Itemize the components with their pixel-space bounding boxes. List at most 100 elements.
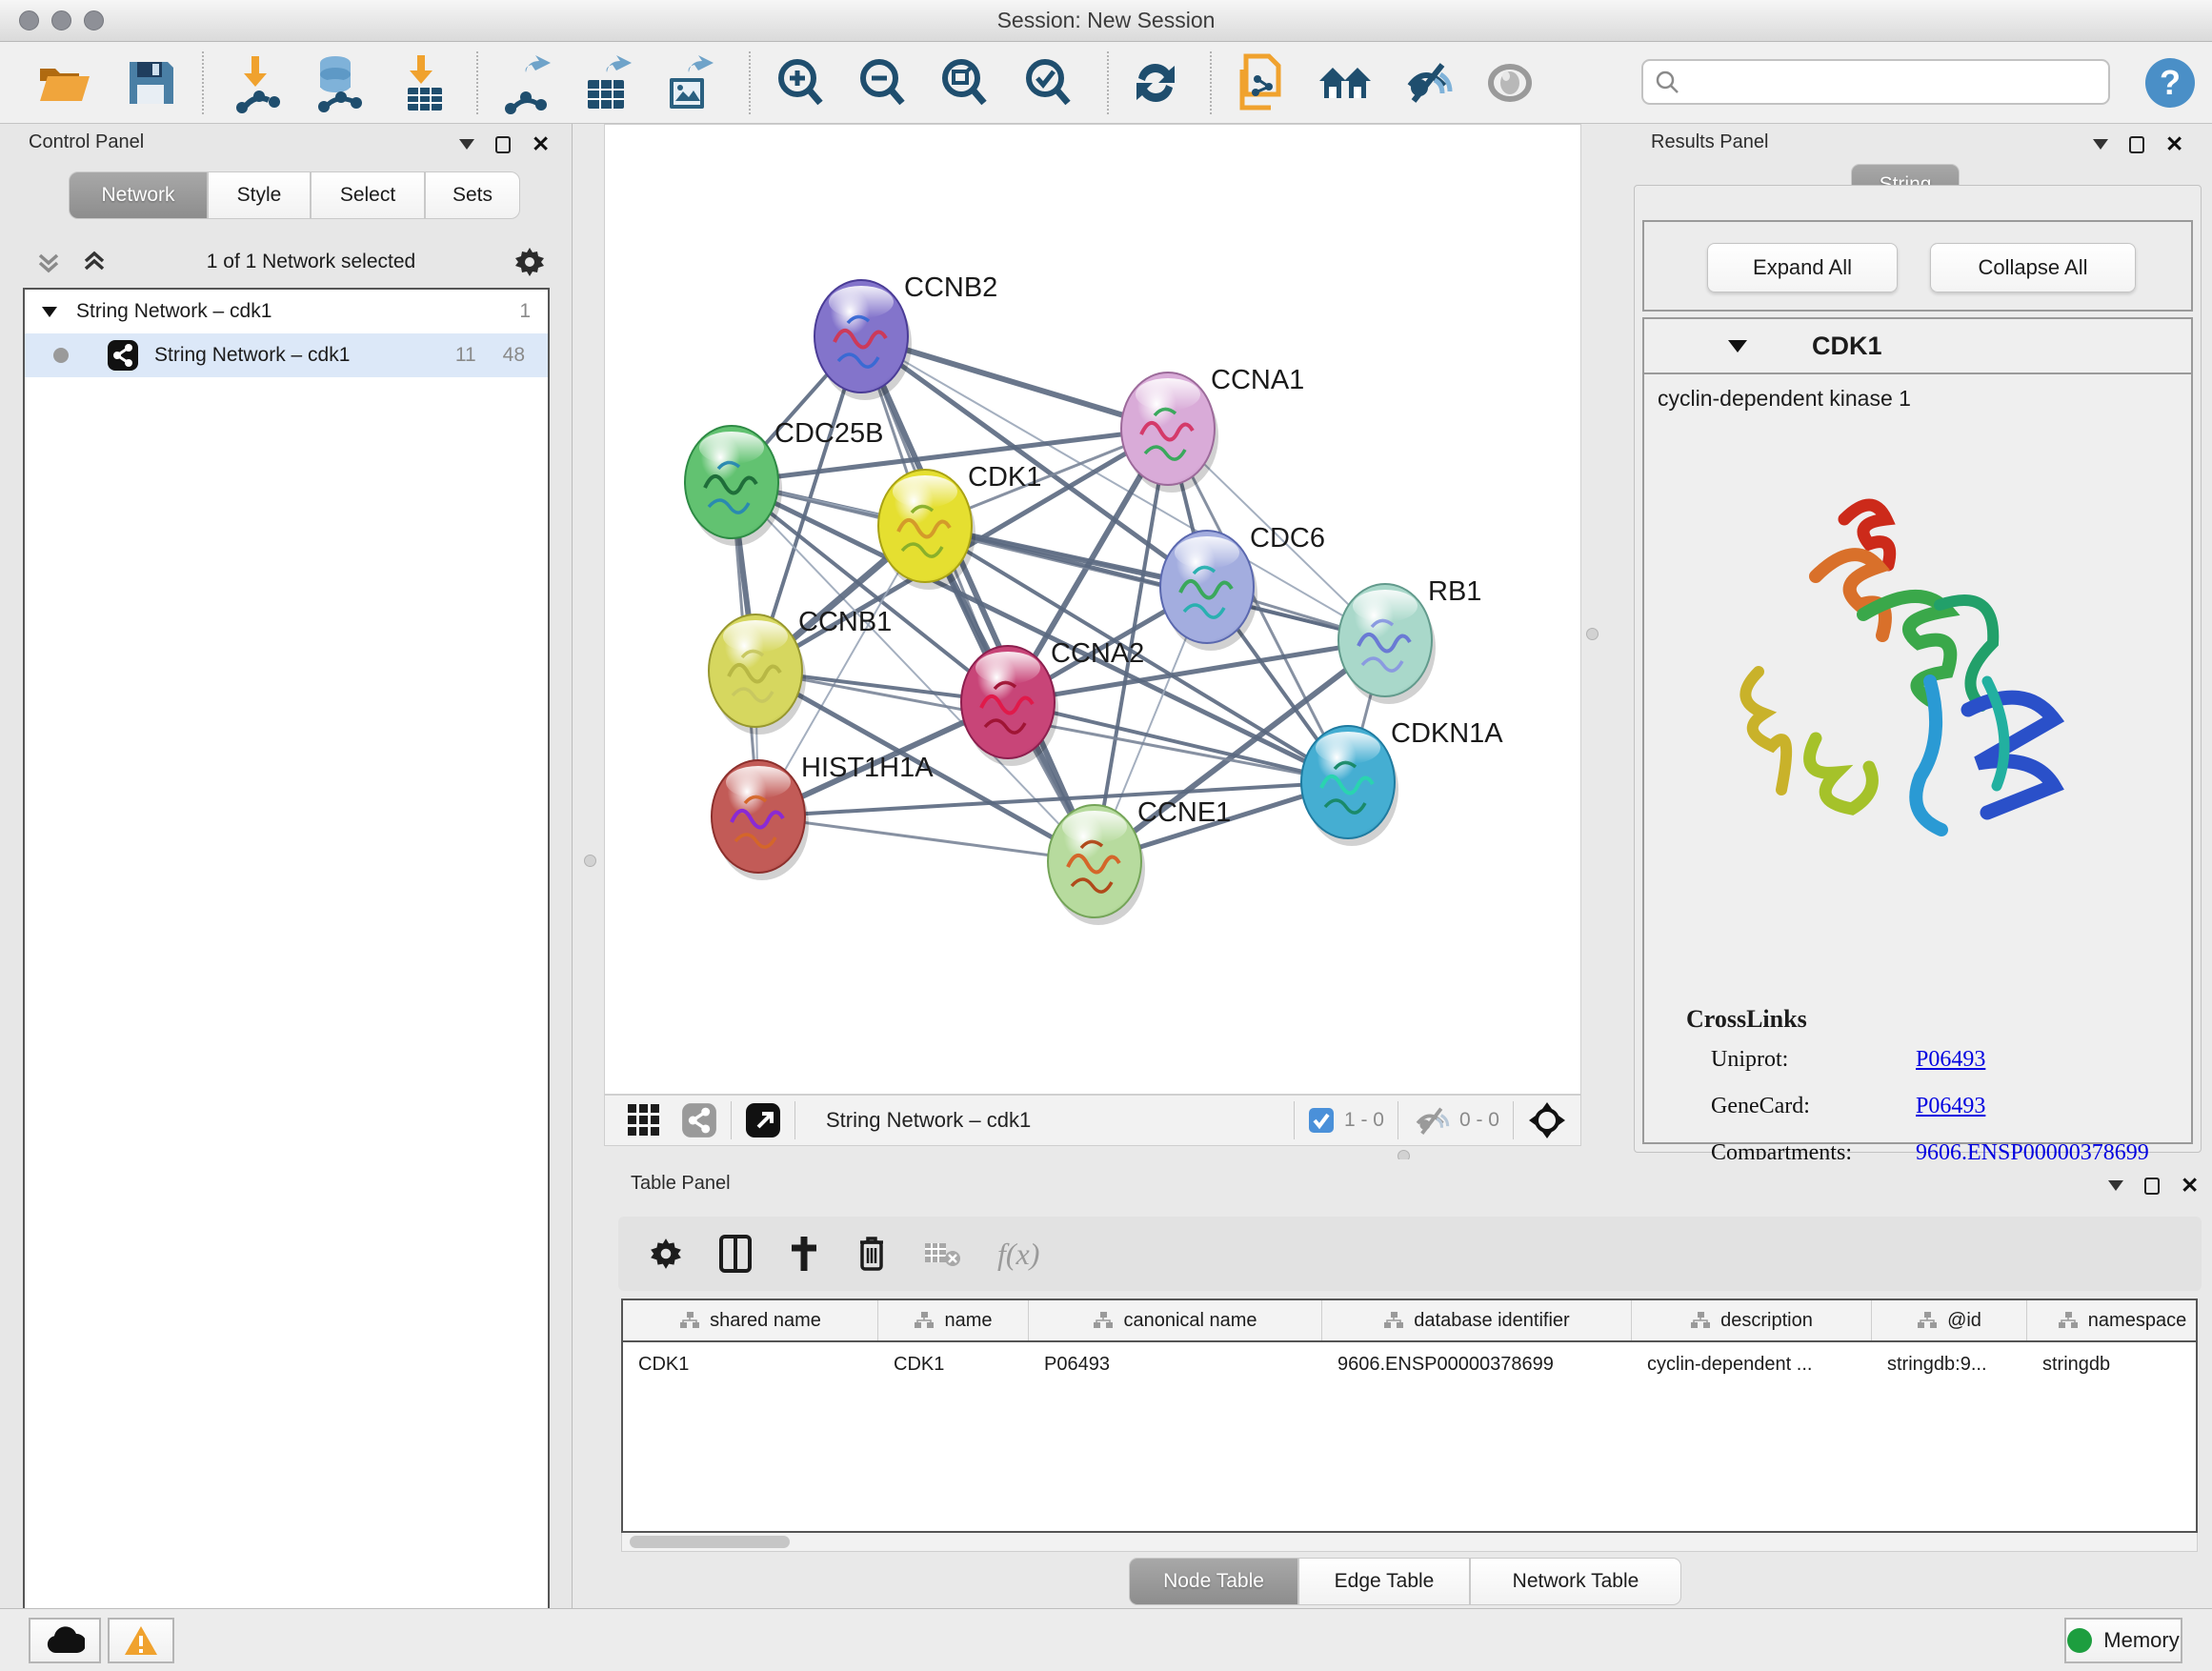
zoom-selected-button[interactable]	[1019, 54, 1076, 111]
network-collection-row[interactable]: String Network – cdk1 1	[25, 290, 548, 333]
column-header-database-identifier[interactable]: database identifier	[1322, 1300, 1632, 1340]
tab-node-table[interactable]: Node Table	[1129, 1558, 1298, 1605]
selected-checkbox-icon[interactable]	[1308, 1107, 1335, 1134]
delete-column-icon[interactable]	[856, 1235, 887, 1273]
save-session-button[interactable]	[122, 54, 179, 111]
show-eye-button[interactable]	[1481, 54, 1538, 111]
scrollbar-thumb[interactable]	[630, 1536, 790, 1548]
table-cell[interactable]: 9606.ENSP00000378699	[1322, 1342, 1632, 1386]
duplicate-network-button[interactable]	[1234, 54, 1291, 111]
tab-style[interactable]: Style	[208, 171, 311, 219]
node-CCNE1[interactable]: CCNE1	[1048, 797, 1231, 925]
grid-view-icon[interactable]	[626, 1102, 662, 1138]
tab-edge-table[interactable]: Edge Table	[1298, 1558, 1470, 1605]
network-row[interactable]: String Network – cdk1 11 48	[25, 333, 548, 377]
table-cell[interactable]: P06493	[1029, 1342, 1322, 1386]
birds-eye-icon[interactable]	[1527, 1100, 1567, 1140]
network-canvas[interactable]: CCNB2CCNA1CDC25BCDK1CDC6RB1CCNB1CCNA2CDK…	[604, 124, 1581, 1095]
node-label-CCNB2: CCNB2	[904, 272, 997, 303]
gear-icon[interactable]	[513, 246, 546, 278]
export-network-button[interactable]	[495, 54, 553, 111]
panel-menu-icon[interactable]	[459, 139, 474, 150]
column-header-description[interactable]: description	[1632, 1300, 1872, 1340]
open-session-button[interactable]	[36, 54, 93, 111]
crosslink-label: Uniprot:	[1711, 1047, 1916, 1073]
collapse-all-button[interactable]: Collapse All	[1930, 243, 2136, 292]
clear-table-icon[interactable]	[923, 1239, 961, 1268]
panel-menu-icon[interactable]	[2093, 139, 2108, 150]
float-panel-icon[interactable]	[2144, 1178, 2160, 1195]
tab-select[interactable]: Select	[311, 171, 425, 219]
import-table-button[interactable]	[395, 54, 452, 111]
help-button[interactable]: ?	[2142, 54, 2199, 111]
close-panel-icon[interactable]: ✕	[2165, 133, 2183, 155]
zoom-in-button[interactable]	[772, 54, 829, 111]
node-RB1[interactable]: RB1	[1338, 576, 1481, 704]
network-view-icon[interactable]	[681, 1102, 717, 1138]
hide-glasses-button[interactable]	[1398, 54, 1456, 111]
close-panel-icon[interactable]: ✕	[2181, 1175, 2199, 1197]
table-horizontal-scrollbar[interactable]	[621, 1533, 2198, 1552]
node-CCNB2[interactable]: CCNB2	[814, 272, 997, 400]
node-CDC6[interactable]: CDC6	[1160, 523, 1325, 651]
warning-button[interactable]	[108, 1618, 174, 1663]
table-cell[interactable]: CDK1	[623, 1342, 878, 1386]
column-header-shared-name[interactable]: shared name	[623, 1300, 878, 1340]
network-graph[interactable]: CCNB2CCNA1CDC25BCDK1CDC6RB1CCNB1CCNA2CDK…	[605, 125, 1580, 1094]
import-network-file-button[interactable]	[229, 54, 286, 111]
right-splitter-handle[interactable]	[1586, 628, 1599, 640]
import-network-database-button[interactable]	[310, 54, 367, 111]
control-panel-title: Control Panel	[29, 131, 144, 153]
export-image-button[interactable]	[660, 54, 717, 111]
tab-network-table[interactable]: Network Table	[1470, 1558, 1681, 1605]
columns-icon[interactable]	[719, 1235, 752, 1273]
collapse-section-icon[interactable]	[1728, 340, 1747, 352]
cloud-status-button[interactable]	[29, 1618, 101, 1663]
table-cell[interactable]: cyclin-dependent ...	[1632, 1342, 1872, 1386]
panel-menu-icon[interactable]	[2108, 1180, 2123, 1191]
crosslink-link[interactable]: P06493	[1916, 1094, 1985, 1119]
close-panel-icon[interactable]: ✕	[532, 133, 550, 155]
column-header-name[interactable]: name	[878, 1300, 1029, 1340]
tab-network[interactable]: Network	[69, 171, 208, 219]
node-HIST1H1A[interactable]: HIST1H1A	[712, 753, 934, 880]
table-cell[interactable]: stringdb:9...	[1872, 1342, 2027, 1386]
add-column-icon[interactable]	[788, 1235, 820, 1273]
table-cell[interactable]: CDK1	[878, 1342, 1029, 1386]
collapse-all-icon[interactable]	[34, 248, 63, 276]
table-row[interactable]: CDK1CDK1P064939606.ENSP00000378699cyclin…	[623, 1342, 2196, 1386]
results-panel-title: Results Panel	[1651, 131, 1768, 153]
expand-all-icon[interactable]	[80, 248, 109, 276]
zoom-out-button[interactable]	[854, 54, 911, 111]
string-home-button[interactable]	[1317, 54, 1374, 111]
gene-section-header[interactable]: CDK1	[1644, 319, 2191, 374]
node-CDKN1A[interactable]: CDKN1A	[1301, 718, 1503, 846]
gear-icon[interactable]	[649, 1237, 683, 1271]
left-splitter-handle[interactable]	[584, 855, 596, 867]
open-session-icon	[38, 61, 91, 105]
tab-sets[interactable]: Sets	[425, 171, 520, 219]
expand-all-button[interactable]: Expand All	[1707, 243, 1898, 292]
node-CCNB1[interactable]: CCNB1	[709, 607, 892, 735]
node-CCNA2[interactable]: CCNA2	[961, 638, 1144, 766]
crosslink-link[interactable]: P06493	[1916, 1047, 1985, 1073]
column-header--id[interactable]: @id	[1872, 1300, 2027, 1340]
column-header-namespace[interactable]: namespace	[2027, 1300, 2198, 1340]
column-header-canonical-name[interactable]: canonical name	[1029, 1300, 1322, 1340]
function-builder-icon[interactable]: f(x)	[997, 1237, 1039, 1272]
table-cell[interactable]: stringdb	[2027, 1342, 2198, 1386]
collection-expand-icon[interactable]	[42, 307, 57, 317]
float-panel-icon[interactable]	[2129, 136, 2144, 153]
search-input[interactable]	[1679, 63, 2108, 101]
memory-button[interactable]: Memory	[2064, 1618, 2182, 1663]
float-panel-icon[interactable]	[495, 136, 511, 153]
open-in-window-icon[interactable]	[745, 1102, 781, 1138]
toolbar-separator	[476, 51, 478, 114]
hidden-eye-icon[interactable]	[1412, 1105, 1450, 1136]
node-CDC25B[interactable]: CDC25B	[685, 418, 883, 546]
node-CDK1[interactable]: CDK1	[878, 462, 1041, 590]
zoom-fit-button[interactable]	[935, 54, 993, 111]
crosslink-row: GeneCard:P06493	[1711, 1094, 2191, 1119]
refresh-button[interactable]	[1127, 54, 1184, 111]
export-table-button[interactable]	[578, 54, 635, 111]
